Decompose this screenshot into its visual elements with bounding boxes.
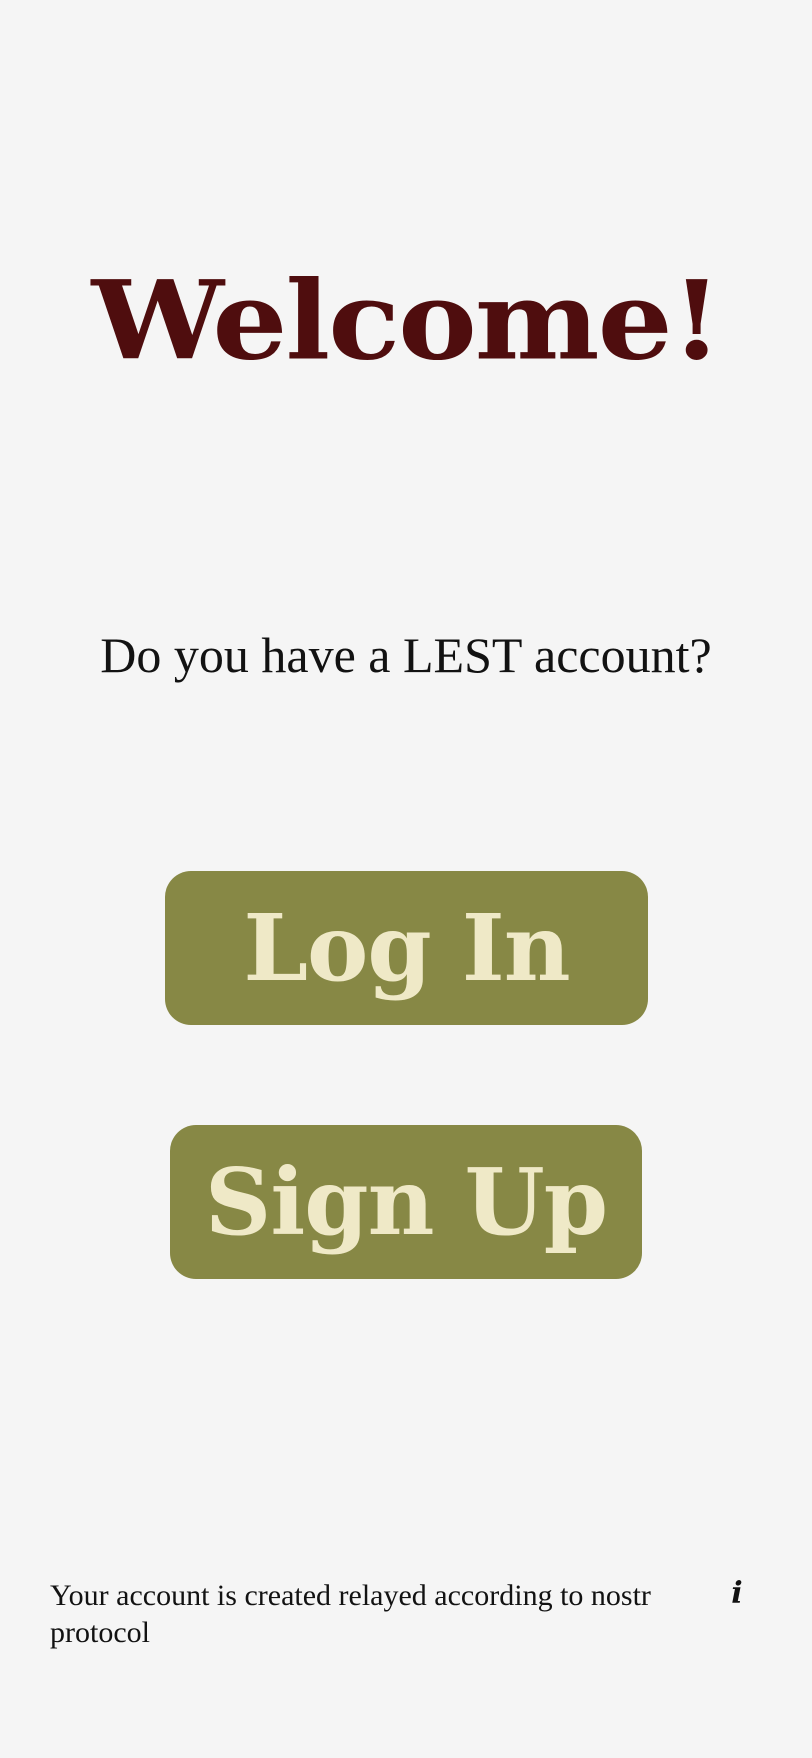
- account-question: Do you have a LEST account?: [100, 627, 712, 683]
- info-icon[interactable]: i: [724, 1574, 750, 1614]
- nostr-protocol-note: Your account is created relayed accordin…: [50, 1579, 651, 1649]
- log-in-button[interactable]: Log In: [165, 871, 648, 1025]
- welcome-title: Welcome!: [91, 256, 722, 385]
- sign-up-button-label: Sign Up: [204, 1148, 608, 1256]
- sign-up-button[interactable]: Sign Up: [170, 1125, 642, 1279]
- log-in-button-label: Log In: [243, 894, 570, 1002]
